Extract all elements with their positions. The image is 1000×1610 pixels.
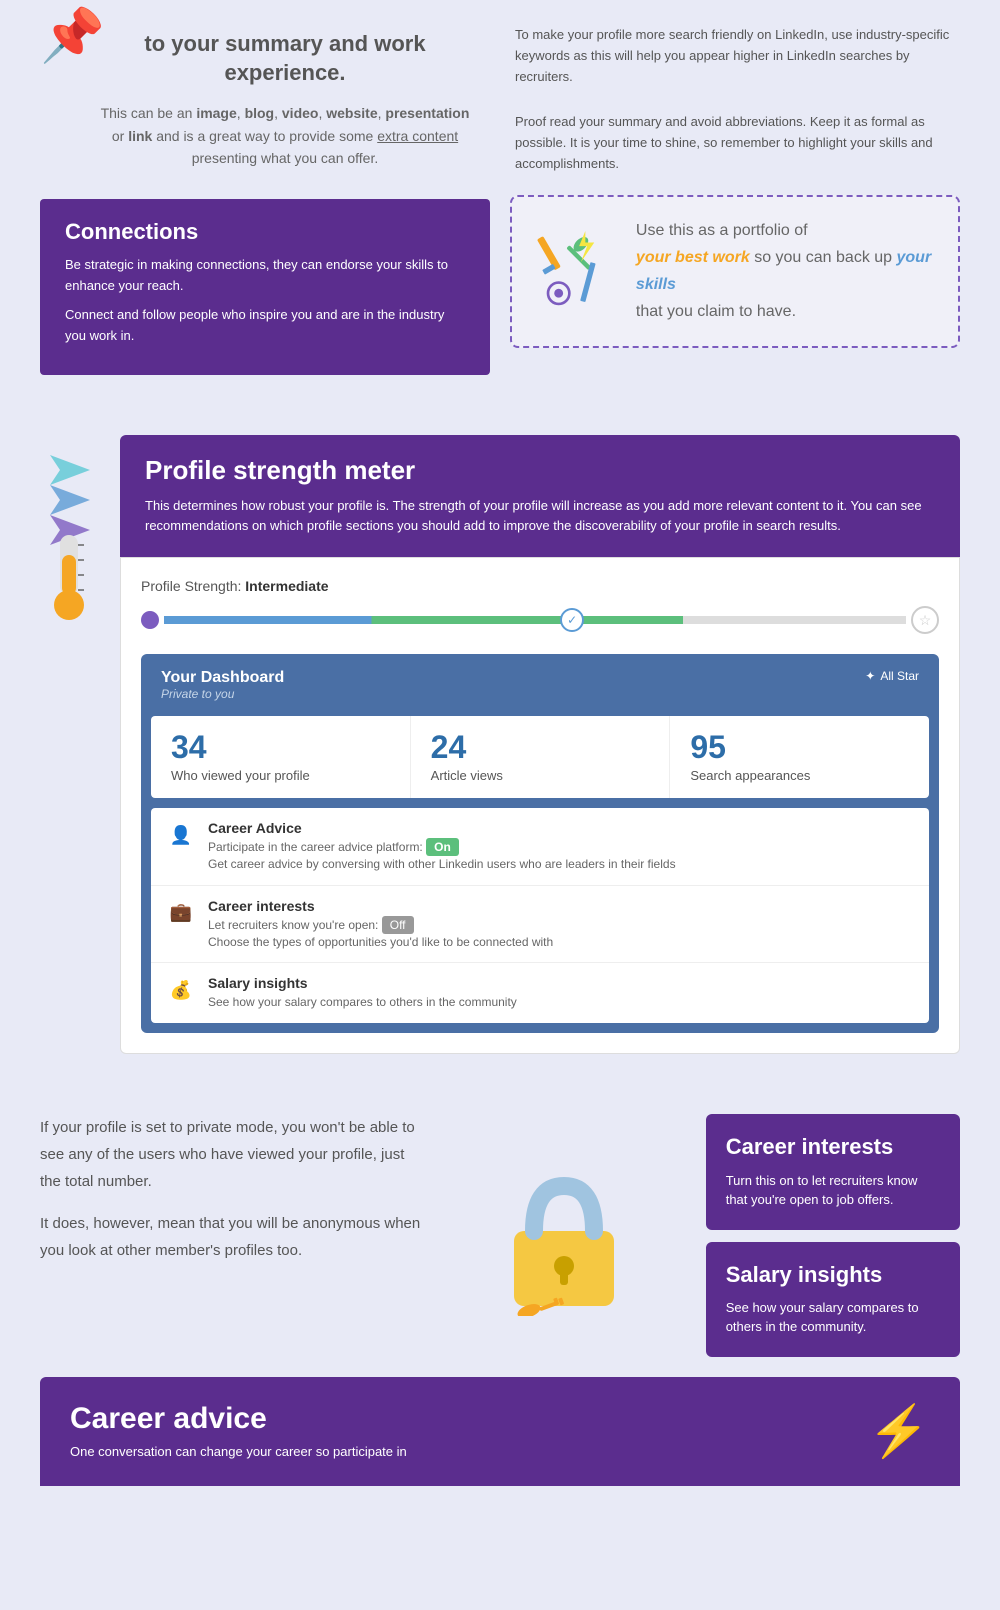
thermometer-area — [40, 435, 100, 1055]
bottom-layout: If your profile is set to private mode, … — [0, 1094, 1000, 1377]
left-panel: 📌 to your summary and work experience. T… — [40, 20, 490, 375]
dashboard-box: Your Dashboard Private to you ✦ All Star… — [141, 654, 939, 1033]
stat-search-label: Search appearances — [690, 768, 909, 783]
allstar-icon: ✦ — [865, 669, 875, 683]
dashboard-title-area: Your Dashboard Private to you — [161, 669, 284, 701]
lock-svg — [489, 1156, 639, 1316]
feature-salary-insights: 💰 Salary insights See how your salary co… — [151, 963, 929, 1023]
career-advice-toggle[interactable]: On — [426, 838, 459, 856]
right-tip1: To make your profile more search friendl… — [510, 20, 960, 92]
salary-insights-card-desc: See how your salary compares to others i… — [726, 1298, 940, 1337]
salary-insights-content: Salary insights See how your salary comp… — [208, 975, 517, 1011]
progress-bar-container: ✓ ☆ — [141, 606, 939, 634]
progress-check: ✓ — [560, 608, 584, 632]
strength-title: Profile strength meter — [145, 455, 935, 486]
profile-strength-label: Profile Strength: Intermediate — [141, 578, 939, 594]
career-interests-toggle[interactable]: Off — [382, 916, 414, 934]
private-mode-para1: If your profile is set to private mode, … — [40, 1114, 421, 1195]
career-advice-toggle-line: Participate in the career advice platfor… — [208, 839, 676, 856]
top-heading: to your summary and work experience. — [100, 30, 470, 87]
career-advice-footer-desc: One conversation can change your career … — [70, 1444, 407, 1459]
connections-para2: Connect and follow people who inspire yo… — [65, 305, 465, 347]
divider1 — [0, 395, 1000, 415]
career-interests-title: Career interests — [208, 898, 553, 914]
dashboard-features: 👤 Career Advice Participate in the caree… — [151, 808, 929, 1023]
stat-views: 34 Who viewed your profile — [151, 716, 411, 798]
strength-header: Profile strength meter This determines h… — [120, 435, 960, 558]
progress-bar: ✓ — [164, 616, 906, 624]
strength-description: This determines how robust your profile … — [145, 496, 935, 538]
career-advice-icon: 👤 — [166, 820, 196, 850]
career-interests-card: Career interests Turn this on to let rec… — [706, 1114, 960, 1229]
strength-main: Profile strength meter This determines h… — [120, 435, 960, 1055]
career-advice-content: Career Advice Participate in the career … — [208, 820, 676, 873]
career-footer: Career advice One conversation can chang… — [40, 1377, 960, 1486]
dashboard-header: Your Dashboard Private to you ✦ All Star — [141, 654, 939, 706]
career-interests-icon: 💼 — [166, 898, 196, 928]
stat-articles: 24 Article views — [411, 716, 671, 798]
career-advice-desc: Get career advice by conversing with oth… — [208, 856, 676, 873]
career-interests-card-desc: Turn this on to let recruiters know that… — [726, 1171, 940, 1210]
tools-illustration — [532, 221, 621, 321]
bottom-text-block: If your profile is set to private mode, … — [40, 1114, 421, 1357]
all-star-badge: ✦ All Star — [865, 669, 919, 683]
allstar-label: All Star — [880, 669, 919, 683]
portfolio-orange1: your best work — [636, 249, 750, 266]
right-tip2: Proof read your summary and avoid abbrev… — [510, 107, 960, 179]
feature-career-interests: 💼 Career interests Let recruiters know y… — [151, 886, 929, 964]
progress-star: ☆ — [911, 606, 939, 634]
stat-search: 95 Search appearances — [670, 716, 929, 798]
connections-para1: Be strategic in making connections, they… — [65, 255, 465, 297]
feature-career-advice: 👤 Career Advice Participate in the caree… — [151, 808, 929, 886]
top-section: 📌 to your summary and work experience. T… — [0, 0, 1000, 395]
progress-fill — [164, 616, 683, 624]
portfolio-line3: that you claim to have. — [636, 303, 796, 320]
career-advice-footer-title: Career advice — [70, 1402, 407, 1436]
lightning-icon-area: ⚡ — [868, 1402, 930, 1461]
thermometer-svg — [40, 435, 100, 635]
career-interests-toggle-line: Let recruiters know you're open: Off — [208, 917, 553, 934]
stat-views-number: 34 — [171, 731, 390, 763]
stat-articles-label: Article views — [431, 768, 650, 783]
portfolio-box: Use this as a portfolio of your best wor… — [510, 195, 960, 348]
connections-title: Connections — [65, 219, 465, 245]
left-content: to your summary and work experience. Thi… — [40, 20, 490, 179]
pin-icon: 📌 — [40, 5, 105, 66]
stat-search-number: 95 — [690, 731, 909, 763]
dashboard-title: Your Dashboard — [161, 669, 284, 687]
dashboard-subtitle: Private to you — [161, 687, 284, 701]
career-interests-content: Career interests Let recruiters know you… — [208, 898, 553, 951]
dashboard-stats: 34 Who viewed your profile 24 Article vi… — [151, 716, 929, 798]
portfolio-line1: Use this as a portfolio of — [636, 222, 808, 239]
side-cards: Career interests Turn this on to let rec… — [706, 1114, 960, 1357]
salary-insights-desc: See how your salary compares to others i… — [208, 994, 517, 1011]
portfolio-line2: so you can back up — [754, 249, 896, 266]
private-mode-para2: It does, however, mean that you will be … — [40, 1210, 421, 1264]
career-interests-card-title: Career interests — [726, 1134, 940, 1160]
divider2 — [0, 1074, 1000, 1094]
strength-body: Profile Strength: Intermediate ✓ ☆ Your … — [120, 557, 960, 1054]
connections-box: Connections Be strategic in making conne… — [40, 199, 490, 374]
salary-insights-card: Salary insights See how your salary comp… — [706, 1242, 960, 1357]
portfolio-text: Use this as a portfolio of your best wor… — [636, 217, 938, 326]
strength-section: Profile strength meter This determines h… — [0, 415, 1000, 1075]
lock-area — [436, 1114, 690, 1357]
stat-articles-number: 24 — [431, 731, 650, 763]
career-interests-desc: Choose the types of opportunities you'd … — [208, 934, 553, 951]
top-body: This can be an image, blog, video, websi… — [100, 102, 470, 169]
progress-dot — [141, 611, 159, 629]
salary-insights-icon: 💰 — [166, 975, 196, 1005]
career-advice-title: Career Advice — [208, 820, 676, 836]
right-panel: To make your profile more search friendl… — [510, 20, 960, 375]
career-advice-footer-content: Career advice One conversation can chang… — [70, 1402, 407, 1459]
stat-views-label: Who viewed your profile — [171, 768, 390, 783]
salary-insights-card-title: Salary insights — [726, 1262, 940, 1288]
salary-insights-title: Salary insights — [208, 975, 517, 991]
